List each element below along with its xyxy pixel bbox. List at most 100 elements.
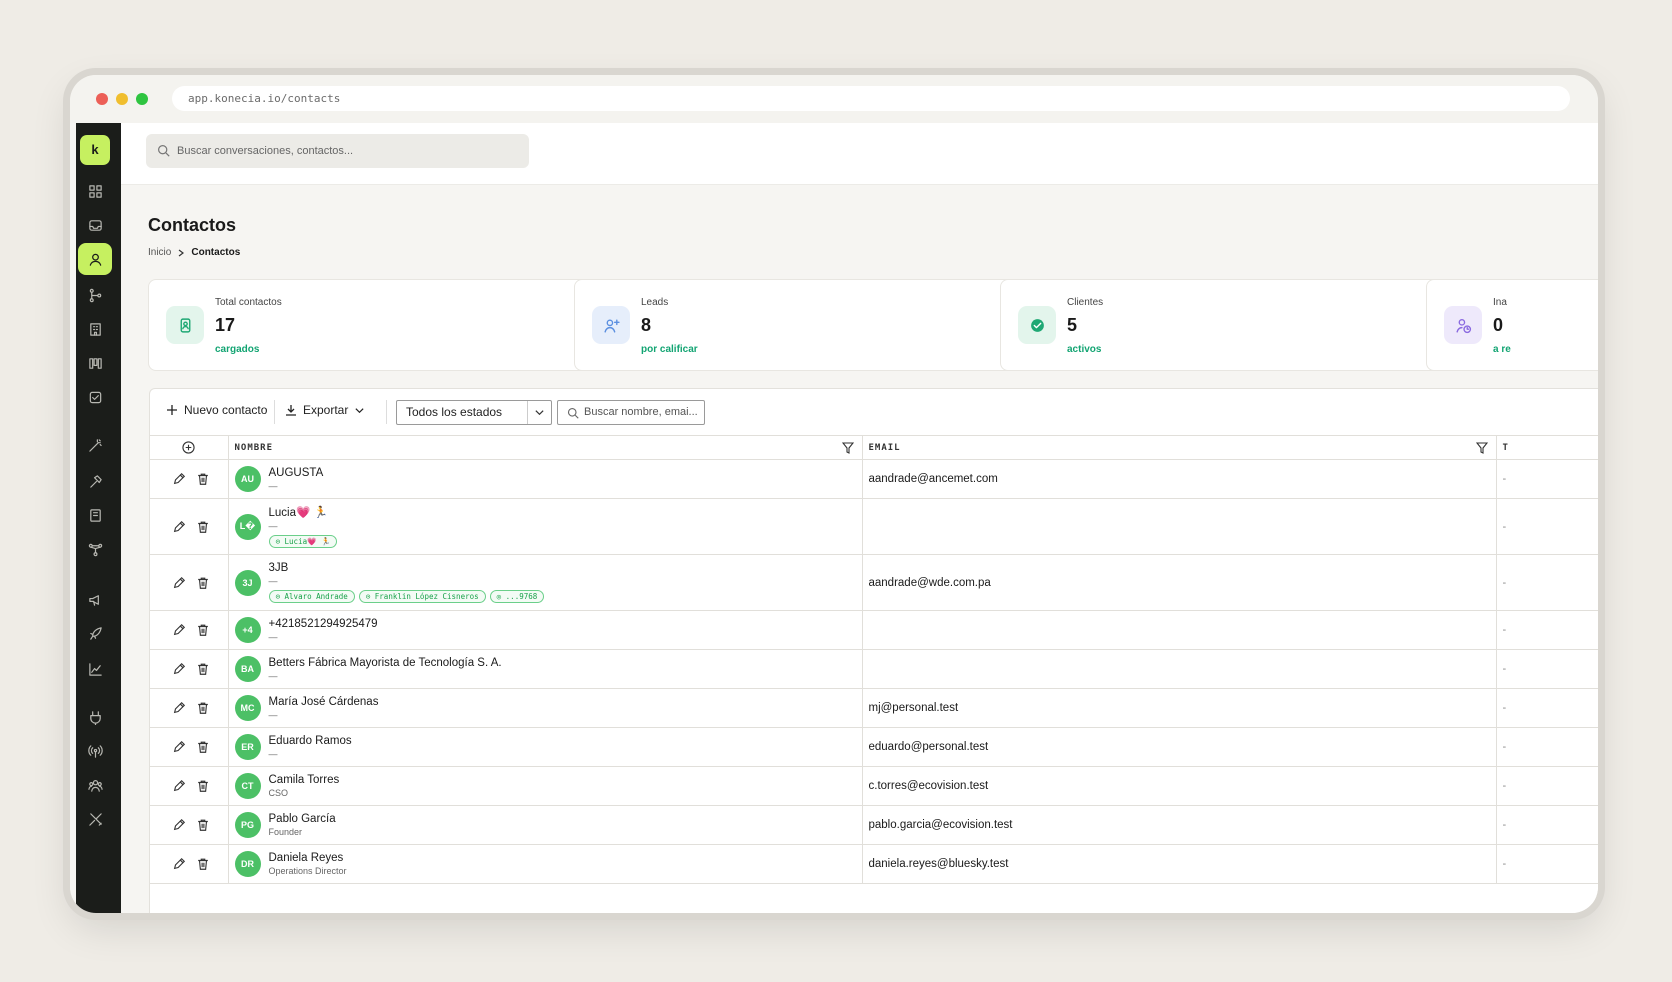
sidebar-item-wand[interactable] xyxy=(78,429,112,461)
trash-icon[interactable] xyxy=(196,857,210,871)
table-row[interactable]: +4 +4218521294925479 — - xyxy=(150,610,1598,650)
email-cell[interactable] xyxy=(862,610,1497,650)
address-bar[interactable]: app.konecia.io/contacts xyxy=(172,86,1570,111)
edit-icon[interactable] xyxy=(172,740,186,754)
email-cell[interactable]: aandrade@ancemet.com xyxy=(862,459,1497,499)
name-cell[interactable]: MC María José Cárdenas — xyxy=(228,688,863,728)
row-actions-cell xyxy=(150,610,229,650)
edit-icon[interactable] xyxy=(172,857,186,871)
extra-value: - xyxy=(1502,624,1507,636)
table-row[interactable]: DR Daniela Reyes Operations Director dan… xyxy=(150,844,1598,884)
table-row[interactable]: L� Lucia💗 🏃 — ⊙ Lucia💗 🏃 - xyxy=(150,498,1598,555)
sidebar-item-user[interactable] xyxy=(78,243,112,275)
table-row[interactable]: PG Pablo García Founder pablo.garcia@eco… xyxy=(150,805,1598,845)
email-cell[interactable]: pablo.garcia@ecovision.test xyxy=(862,805,1497,845)
channel-tag[interactable]: ⊙ Lucia💗 🏃 xyxy=(268,535,338,548)
sidebar-item-network[interactable] xyxy=(78,533,112,565)
name-cell[interactable]: ER Eduardo Ramos — xyxy=(228,727,863,767)
column-header-email[interactable]: EMAIL xyxy=(862,435,1497,460)
name-cell[interactable]: PG Pablo García Founder xyxy=(228,805,863,845)
email-cell[interactable]: aandrade@wde.com.pa xyxy=(862,554,1497,611)
sidebar-item-inbox[interactable] xyxy=(78,209,112,241)
contact-subtitle: — xyxy=(268,481,278,491)
edit-icon[interactable] xyxy=(172,662,186,676)
trash-icon[interactable] xyxy=(196,662,210,676)
breadcrumb-home[interactable]: Inicio xyxy=(148,247,171,258)
table-row[interactable]: MC María José Cárdenas — mj@personal.tes… xyxy=(150,688,1598,728)
new-contact-button[interactable]: Nuevo contacto xyxy=(166,403,267,417)
edit-icon[interactable] xyxy=(172,779,186,793)
channel-tag[interactable]: ⊙ Alvaro Andrade xyxy=(268,590,355,603)
sidebar-item-building[interactable] xyxy=(78,313,112,345)
sidebar-item-rocket[interactable] xyxy=(78,617,112,649)
maximize-window-button[interactable] xyxy=(136,93,148,105)
sidebar-item-tools[interactable] xyxy=(78,803,112,835)
table-row[interactable]: ER Eduardo Ramos — eduardo@personal.test… xyxy=(150,727,1598,767)
name-cell[interactable]: L� Lucia💗 🏃 — ⊙ Lucia💗 🏃 xyxy=(228,498,863,555)
table-row[interactable]: AU AUGUSTA — aandrade@ancemet.com - xyxy=(150,459,1598,499)
name-cell[interactable]: DR Daniela Reyes Operations Director xyxy=(228,844,863,884)
add-column-header[interactable] xyxy=(150,435,229,460)
table-search-input[interactable]: Buscar nombre, emai... xyxy=(557,400,705,425)
contact-name: María José Cárdenas xyxy=(268,696,379,708)
trash-icon[interactable] xyxy=(196,576,210,590)
status-filter-select[interactable]: Todos los estados xyxy=(396,400,552,425)
edit-icon[interactable] xyxy=(172,520,186,534)
trash-icon[interactable] xyxy=(196,779,210,793)
edit-icon[interactable] xyxy=(172,623,186,637)
sidebar-item-megaphone[interactable] xyxy=(78,583,112,615)
tag-list: ⊙ Lucia💗 🏃 xyxy=(268,535,338,548)
table-row[interactable]: 3J 3JB — ⊙ Alvaro Andrade ⊙ Franklin Lópe… xyxy=(150,554,1598,611)
hammer-icon xyxy=(89,474,102,488)
trash-icon[interactable] xyxy=(196,472,210,486)
sidebar-item-kanban[interactable] xyxy=(78,347,112,379)
sidebar-item-team[interactable] xyxy=(78,769,112,801)
row-actions-cell xyxy=(150,649,229,689)
contact-name: Pablo García xyxy=(268,813,336,825)
filter-icon[interactable] xyxy=(1475,442,1488,454)
minimize-window-button[interactable] xyxy=(116,93,128,105)
channel-tag[interactable]: ◎ ...9768 xyxy=(489,590,545,603)
name-cell[interactable]: +4 +4218521294925479 — xyxy=(228,610,863,650)
edit-icon[interactable] xyxy=(172,472,186,486)
trash-icon[interactable] xyxy=(196,623,210,637)
email-cell[interactable]: c.torres@ecovision.test xyxy=(862,766,1497,806)
edit-icon[interactable] xyxy=(172,576,186,590)
export-button[interactable]: Exportar xyxy=(285,403,365,417)
sidebar-item-broadcast[interactable] xyxy=(78,735,112,767)
table-row[interactable]: CT Camila Torres CSO c.torres@ecovision.… xyxy=(150,766,1598,806)
name-cell[interactable]: CT Camila Torres CSO xyxy=(228,766,863,806)
global-search-input[interactable]: Buscar conversaciones, contactos... xyxy=(146,134,529,168)
channel-tag[interactable]: ⊙ Franklin López Cisneros xyxy=(358,590,486,603)
stat-subtext: activos xyxy=(1067,344,1102,355)
sidebar-item-task[interactable] xyxy=(78,381,112,413)
name-cell[interactable]: BA Betters Fábrica Mayorista de Tecnolog… xyxy=(228,649,863,689)
sidebar-item-book[interactable] xyxy=(78,499,112,531)
trash-icon[interactable] xyxy=(196,818,210,832)
column-header-name[interactable]: NOMBRE xyxy=(228,435,863,460)
filter-icon[interactable] xyxy=(841,442,854,454)
contact-name: Camila Torres xyxy=(268,774,340,786)
contact-email: mj@personal.test xyxy=(868,702,959,714)
email-cell[interactable]: mj@personal.test xyxy=(862,688,1497,728)
table-row[interactable]: BA Betters Fábrica Mayorista de Tecnolog… xyxy=(150,649,1598,689)
trash-icon[interactable] xyxy=(196,520,210,534)
trash-icon[interactable] xyxy=(196,701,210,715)
name-cell[interactable]: 3J 3JB — ⊙ Alvaro Andrade ⊙ Franklin Lópe… xyxy=(228,554,863,611)
email-cell[interactable] xyxy=(862,498,1497,555)
sidebar-item-chart[interactable] xyxy=(78,653,112,685)
sidebar-item-grid[interactable] xyxy=(78,175,112,207)
email-cell[interactable] xyxy=(862,649,1497,689)
trash-icon[interactable] xyxy=(196,740,210,754)
email-cell[interactable]: eduardo@personal.test xyxy=(862,727,1497,767)
edit-icon[interactable] xyxy=(172,818,186,832)
email-cell[interactable]: daniela.reyes@bluesky.test xyxy=(862,844,1497,884)
edit-icon[interactable] xyxy=(172,701,186,715)
app-logo[interactable]: k xyxy=(80,135,110,165)
sidebar-item-hammer[interactable] xyxy=(78,465,112,497)
sidebar-item-plug[interactable] xyxy=(78,701,112,733)
name-cell[interactable]: AU AUGUSTA — xyxy=(228,459,863,499)
sidebar-item-flow[interactable] xyxy=(78,279,112,311)
column-header-extra[interactable]: T xyxy=(1496,435,1598,460)
close-window-button[interactable] xyxy=(96,93,108,105)
